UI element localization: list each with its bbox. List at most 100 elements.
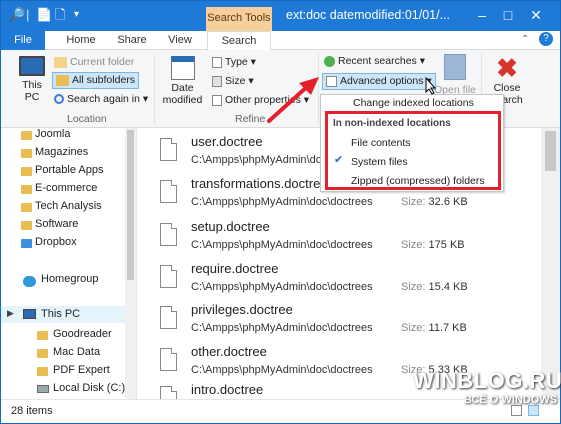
document-icon: [160, 223, 177, 246]
drive-icon: [37, 385, 49, 393]
type-button[interactable]: Type ▾: [212, 56, 256, 69]
all-subfolders-label: All subfolders: [72, 74, 136, 86]
file-name: privileges.doctree: [191, 302, 293, 317]
location-group-label: Location: [67, 113, 107, 125]
nav-item-goodreader[interactable]: Goodreader: [53, 328, 112, 340]
change-indexed-locations-item[interactable]: Change indexed locations: [353, 97, 474, 109]
tab-file[interactable]: File: [1, 31, 45, 50]
menu-heading: In non-indexed locations: [333, 118, 451, 129]
properties-icon[interactable]: 🔎: [9, 7, 25, 23]
subfolders-icon: [56, 74, 69, 86]
size-icon: [212, 75, 222, 87]
size-label: Size:: [401, 239, 426, 251]
recent-searches-button[interactable]: Recent searches ▾: [324, 55, 425, 68]
this-pc-button[interactable]: This PC: [9, 56, 55, 103]
nav-item-tech-analysis[interactable]: Tech Analysis: [35, 200, 102, 212]
file-path: C:\Ampps\phpMyAdmin\doc\doctrees: [191, 281, 373, 293]
help-icon[interactable]: ?: [539, 32, 553, 46]
document-icon: [160, 348, 177, 371]
expand-icon[interactable]: ▶: [7, 308, 14, 319]
current-folder-label: Current folder: [70, 56, 135, 68]
type-label: Type: [225, 56, 248, 68]
list-item[interactable]: setup.doctree C:\Ampps\phpMyAdmin\doc\do…: [160, 219, 540, 259]
size-value: 15.4 KB: [428, 281, 468, 293]
folder-icon: [37, 331, 48, 340]
tab-search[interactable]: Search: [207, 31, 271, 51]
size-value: 11.7 KB: [428, 322, 467, 334]
nav-item-magazines[interactable]: Magazines: [35, 146, 88, 158]
list-item[interactable]: privileges.doctree C:\Ampps\phpMyAdmin\d…: [160, 302, 540, 342]
folder-icon: [21, 131, 32, 140]
folder-icon: [37, 367, 48, 376]
nav-item-e-commerce[interactable]: E-commerce: [35, 182, 97, 194]
document-icon: [160, 265, 177, 288]
computer-icon: [23, 309, 36, 319]
nav-scroll-thumb[interactable]: [127, 130, 134, 280]
recent-searches-label: Recent searches: [338, 55, 417, 67]
calendar-icon: [170, 56, 195, 80]
advanced-options-icon: [326, 75, 337, 87]
size-label: Size:: [401, 281, 426, 293]
size-button[interactable]: Size ▾: [212, 75, 254, 88]
current-folder-button[interactable]: Current folder: [54, 56, 134, 69]
qa-separator: |: [26, 7, 30, 22]
new-document-icon[interactable]: 📄: [36, 7, 52, 23]
results-scroll-thumb[interactable]: [545, 131, 556, 171]
file-path: C:\Ampps\phpMyAdmin\doc\doctrees: [191, 364, 373, 376]
page-icon[interactable]: 🗋: [55, 7, 65, 23]
folder-icon: [37, 349, 48, 358]
ribbon-tabs: File Home Share View Search ⌃ ?: [1, 31, 560, 51]
document-icon: [160, 138, 177, 161]
maximize-button[interactable]: □: [497, 5, 519, 25]
watermark-line1: WINBLOG.RU: [413, 368, 561, 393]
nav-item-homegroup[interactable]: Homegroup: [41, 273, 98, 285]
folder-icon: [21, 167, 32, 176]
nav-item-dropbox[interactable]: Dropbox: [35, 236, 77, 248]
nav-scrollbar[interactable]: [125, 128, 136, 399]
tab-view[interactable]: View: [161, 31, 199, 50]
close-window-button[interactable]: ✕: [525, 5, 547, 25]
file-name: intro.doctree: [191, 382, 264, 397]
tab-share[interactable]: Share: [111, 31, 153, 50]
item-count: 28 items: [11, 405, 53, 417]
nav-item-portable-apps[interactable]: Portable Apps: [35, 164, 104, 176]
menu-item-zipped-folders[interactable]: Zipped (compressed) folders: [351, 175, 485, 187]
date-modified-button[interactable]: Date modified: [160, 56, 205, 106]
search-again-label: Search again in: [67, 93, 140, 105]
list-item[interactable]: require.doctree C:\Ampps\phpMyAdmin\doc\…: [160, 261, 540, 301]
size-value: 32.6 KB: [428, 196, 468, 208]
group-divider: [154, 54, 155, 124]
collapse-ribbon-icon[interactable]: ⌃: [521, 34, 529, 45]
nav-item-local-disk[interactable]: Local Disk (C:): [53, 382, 125, 394]
refine-group-label: Refine: [235, 113, 266, 125]
menu-item-system-files[interactable]: System files: [351, 156, 408, 168]
homegroup-icon: [23, 276, 36, 287]
all-subfolders-button[interactable]: All subfolders: [52, 72, 140, 89]
pane-splitter[interactable]: [136, 128, 146, 399]
minimize-button[interactable]: –: [471, 5, 493, 25]
document-icon: [160, 180, 177, 203]
watermark-line2: ВСЁ О WINDOWS: [463, 394, 557, 406]
file-size: Size: 175 KB: [401, 239, 465, 251]
date-modified-label: Date modified: [162, 82, 203, 106]
advanced-options-label: Advanced options: [340, 75, 424, 87]
nav-item-pdf-expert[interactable]: PDF Expert: [53, 364, 110, 376]
explorer-window: 🔎 | 📄 🗋 ▾ Search Tools ext:doc datemodif…: [0, 0, 561, 424]
nav-item-joomla[interactable]: Joomla: [35, 128, 70, 140]
search-again-in-button[interactable]: Search again in ▾: [54, 93, 148, 106]
results-scrollbar[interactable]: [541, 128, 560, 399]
open-file-icon: [444, 54, 466, 80]
menu-item-file-contents[interactable]: File contents: [351, 137, 411, 149]
nav-item-mac-data[interactable]: Mac Data: [53, 346, 100, 358]
open-file-button[interactable]: Open file: [433, 54, 477, 96]
tab-home[interactable]: Home: [59, 31, 103, 50]
advanced-options-button[interactable]: Advanced options ▾: [322, 73, 436, 90]
customize-toolbar-icon[interactable]: ▾: [74, 7, 79, 23]
document-icon: [160, 386, 177, 399]
folder-icon: [21, 149, 32, 158]
file-path: C:\Ampps\phpMyAdmin\doc\doctrees: [191, 196, 373, 208]
file-path: C:\Ampps\phpMyAdmin\doc\doctrees: [191, 322, 373, 334]
nav-item-software[interactable]: Software: [35, 218, 78, 230]
nav-item-this-pc[interactable]: This PC: [41, 308, 80, 320]
title-bar: 🔎 | 📄 🗋 ▾ Search Tools ext:doc datemodif…: [1, 1, 560, 31]
